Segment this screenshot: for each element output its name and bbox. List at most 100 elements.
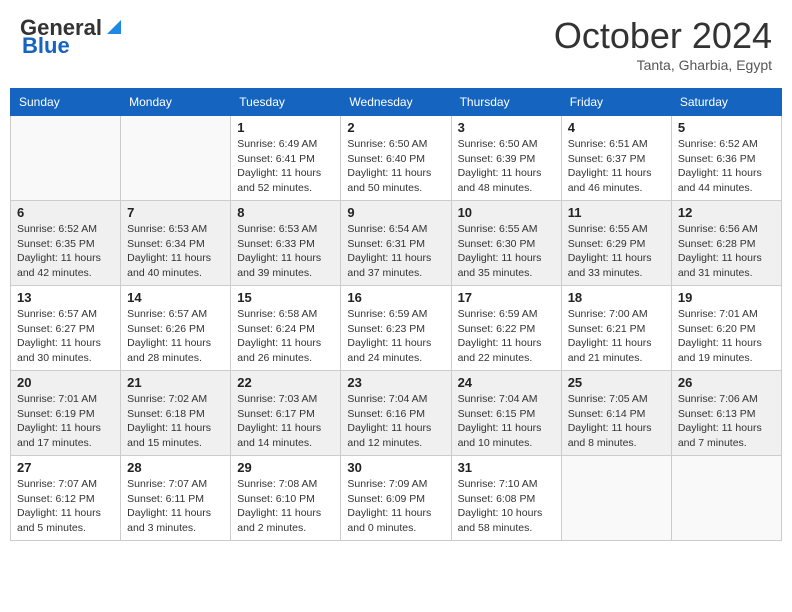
day-number: 14 (127, 290, 224, 305)
day-number: 6 (17, 205, 114, 220)
day-info: Sunrise: 7:01 AMSunset: 6:19 PMDaylight:… (17, 392, 114, 451)
day-info: Sunrise: 6:59 AMSunset: 6:22 PMDaylight:… (458, 307, 555, 366)
calendar-cell: 1 Sunrise: 6:49 AMSunset: 6:41 PMDaylight… (231, 116, 341, 201)
day-number: 16 (347, 290, 444, 305)
day-info: Sunrise: 7:00 AMSunset: 6:21 PMDaylight:… (568, 307, 665, 366)
calendar-cell: 8 Sunrise: 6:53 AMSunset: 6:33 PMDaylight… (231, 201, 341, 286)
location-subtitle: Tanta, Gharbia, Egypt (554, 57, 772, 73)
day-info: Sunrise: 6:59 AMSunset: 6:23 PMDaylight:… (347, 307, 444, 366)
day-info: Sunrise: 6:54 AMSunset: 6:31 PMDaylight:… (347, 222, 444, 281)
logo-blue-text: Blue (22, 33, 70, 59)
calendar-table: SundayMondayTuesdayWednesdayThursdayFrid… (10, 88, 782, 541)
calendar-cell: 16 Sunrise: 6:59 AMSunset: 6:23 PMDayligh… (341, 286, 451, 371)
calendar-week-row: 20 Sunrise: 7:01 AMSunset: 6:19 PMDayligh… (11, 371, 782, 456)
calendar-cell (121, 116, 231, 201)
calendar-cell: 27 Sunrise: 7:07 AMSunset: 6:12 PMDayligh… (11, 456, 121, 541)
page-header: General Blue October 2024 Tanta, Gharbia… (10, 10, 782, 78)
calendar-week-row: 1 Sunrise: 6:49 AMSunset: 6:41 PMDaylight… (11, 116, 782, 201)
month-title: October 2024 (554, 15, 772, 57)
calendar-cell (671, 456, 781, 541)
calendar-cell (561, 456, 671, 541)
calendar-week-row: 27 Sunrise: 7:07 AMSunset: 6:12 PMDayligh… (11, 456, 782, 541)
day-number: 12 (678, 205, 775, 220)
logo-triangle-icon (103, 16, 125, 38)
calendar-cell: 17Sunrise: 6:59 AMSunset: 6:22 PMDayligh… (451, 286, 561, 371)
day-info: Sunrise: 6:55 AMSunset: 6:30 PMDaylight:… (458, 222, 555, 281)
day-info: Sunrise: 7:02 AMSunset: 6:18 PMDaylight:… (127, 392, 224, 451)
day-number: 28 (127, 460, 224, 475)
day-number: 31 (458, 460, 555, 475)
calendar-cell: 12 Sunrise: 6:56 AMSunset: 6:28 PMDayligh… (671, 201, 781, 286)
calendar-cell: 3 Sunrise: 6:50 AMSunset: 6:39 PMDaylight… (451, 116, 561, 201)
calendar-header-row: SundayMondayTuesdayWednesdayThursdayFrid… (11, 89, 782, 116)
calendar-cell: 26 Sunrise: 7:06 AMSunset: 6:13 PMDayligh… (671, 371, 781, 456)
calendar-cell: 10 Sunrise: 6:55 AMSunset: 6:30 PMDayligh… (451, 201, 561, 286)
title-area: October 2024 Tanta, Gharbia, Egypt (554, 15, 772, 73)
logo-area: General Blue (20, 15, 125, 59)
day-info: Sunrise: 6:50 AMSunset: 6:40 PMDaylight:… (347, 137, 444, 196)
day-info: Sunrise: 6:53 AMSunset: 6:33 PMDaylight:… (237, 222, 334, 281)
day-number: 21 (127, 375, 224, 390)
calendar-cell: 30Sunrise: 7:09 AMSunset: 6:09 PMDayligh… (341, 456, 451, 541)
day-info: Sunrise: 6:55 AMSunset: 6:29 PMDaylight:… (568, 222, 665, 281)
day-number: 7 (127, 205, 224, 220)
day-number: 4 (568, 120, 665, 135)
day-info: Sunrise: 6:50 AMSunset: 6:39 PMDaylight:… (458, 137, 555, 196)
calendar-cell: 28 Sunrise: 7:07 AMSunset: 6:11 PMDayligh… (121, 456, 231, 541)
calendar-cell: 22Sunrise: 7:03 AMSunset: 6:17 PMDayligh… (231, 371, 341, 456)
day-number: 8 (237, 205, 334, 220)
day-number: 20 (17, 375, 114, 390)
calendar-cell: 23Sunrise: 7:04 AMSunset: 6:16 PMDayligh… (341, 371, 451, 456)
day-info: Sunrise: 7:01 AMSunset: 6:20 PMDaylight:… (678, 307, 775, 366)
calendar-cell: 2Sunrise: 6:50 AMSunset: 6:40 PMDaylight… (341, 116, 451, 201)
calendar-cell: 5Sunrise: 6:52 AMSunset: 6:36 PMDaylight… (671, 116, 781, 201)
weekday-header-monday: Monday (121, 89, 231, 116)
calendar-cell (11, 116, 121, 201)
day-number: 11 (568, 205, 665, 220)
weekday-header-wednesday: Wednesday (341, 89, 451, 116)
day-number: 30 (347, 460, 444, 475)
weekday-header-friday: Friday (561, 89, 671, 116)
day-number: 24 (458, 375, 555, 390)
calendar-cell: 15 Sunrise: 6:58 AMSunset: 6:24 PMDayligh… (231, 286, 341, 371)
day-info: Sunrise: 7:10 AMSunset: 6:08 PMDaylight:… (458, 477, 555, 536)
day-info: Sunrise: 6:52 AMSunset: 6:36 PMDaylight:… (678, 137, 775, 196)
day-number: 3 (458, 120, 555, 135)
day-info: Sunrise: 7:07 AMSunset: 6:12 PMDaylight:… (17, 477, 114, 536)
calendar-cell: 9 Sunrise: 6:54 AMSunset: 6:31 PMDaylight… (341, 201, 451, 286)
day-number: 25 (568, 375, 665, 390)
weekday-header-sunday: Sunday (11, 89, 121, 116)
day-info: Sunrise: 7:03 AMSunset: 6:17 PMDaylight:… (237, 392, 334, 451)
calendar-cell: 4 Sunrise: 6:51 AMSunset: 6:37 PMDaylight… (561, 116, 671, 201)
day-number: 23 (347, 375, 444, 390)
day-number: 9 (347, 205, 444, 220)
day-info: Sunrise: 6:58 AMSunset: 6:24 PMDaylight:… (237, 307, 334, 366)
calendar-cell: 18 Sunrise: 7:00 AMSunset: 6:21 PMDayligh… (561, 286, 671, 371)
day-number: 13 (17, 290, 114, 305)
day-number: 27 (17, 460, 114, 475)
day-number: 1 (237, 120, 334, 135)
calendar-week-row: 13Sunrise: 6:57 AMSunset: 6:27 PMDayligh… (11, 286, 782, 371)
day-info: Sunrise: 6:51 AMSunset: 6:37 PMDaylight:… (568, 137, 665, 196)
calendar-cell: 6Sunrise: 6:52 AMSunset: 6:35 PMDaylight… (11, 201, 121, 286)
calendar-cell: 7 Sunrise: 6:53 AMSunset: 6:34 PMDaylight… (121, 201, 231, 286)
weekday-header-tuesday: Tuesday (231, 89, 341, 116)
day-number: 15 (237, 290, 334, 305)
day-info: Sunrise: 6:56 AMSunset: 6:28 PMDaylight:… (678, 222, 775, 281)
day-info: Sunrise: 7:06 AMSunset: 6:13 PMDaylight:… (678, 392, 775, 451)
day-info: Sunrise: 6:57 AMSunset: 6:26 PMDaylight:… (127, 307, 224, 366)
day-info: Sunrise: 6:53 AMSunset: 6:34 PMDaylight:… (127, 222, 224, 281)
weekday-header-saturday: Saturday (671, 89, 781, 116)
day-number: 18 (568, 290, 665, 305)
day-number: 19 (678, 290, 775, 305)
calendar-cell: 21 Sunrise: 7:02 AMSunset: 6:18 PMDayligh… (121, 371, 231, 456)
day-number: 29 (237, 460, 334, 475)
day-number: 10 (458, 205, 555, 220)
day-info: Sunrise: 7:08 AMSunset: 6:10 PMDaylight:… (237, 477, 334, 536)
day-info: Sunrise: 6:49 AMSunset: 6:41 PMDaylight:… (237, 137, 334, 196)
calendar-cell: 29 Sunrise: 7:08 AMSunset: 6:10 PMDayligh… (231, 456, 341, 541)
calendar-cell: 11 Sunrise: 6:55 AMSunset: 6:29 PMDayligh… (561, 201, 671, 286)
day-info: Sunrise: 7:07 AMSunset: 6:11 PMDaylight:… (127, 477, 224, 536)
day-number: 26 (678, 375, 775, 390)
calendar-cell: 14 Sunrise: 6:57 AMSunset: 6:26 PMDayligh… (121, 286, 231, 371)
